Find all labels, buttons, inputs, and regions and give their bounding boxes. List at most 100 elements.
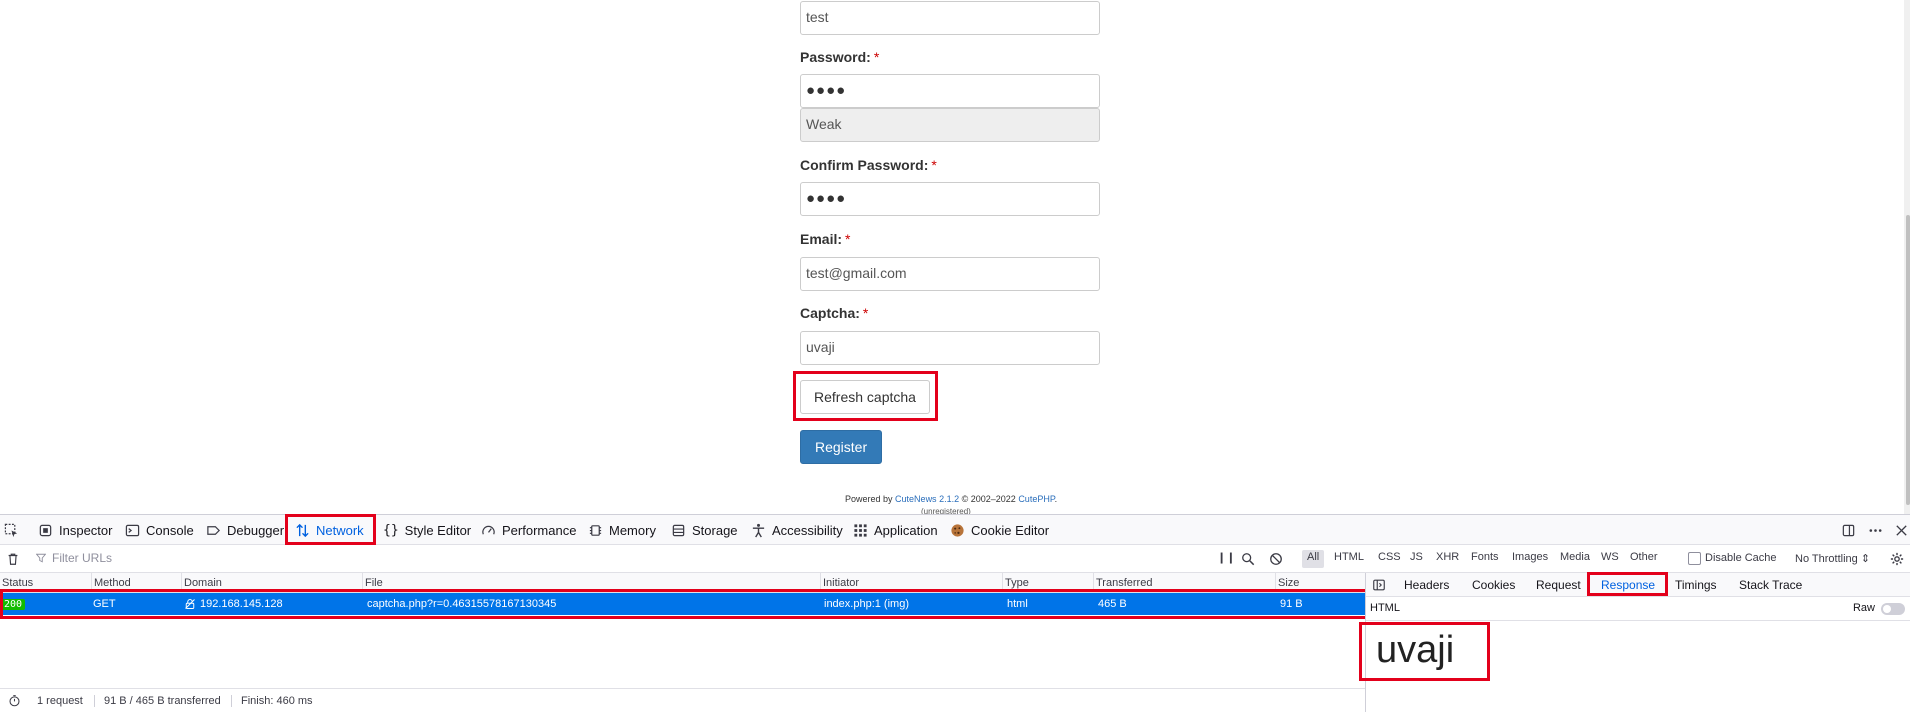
- type-filter-ws[interactable]: WS: [1596, 550, 1624, 568]
- tab-cookie-editor[interactable]: Cookie Editor: [950, 515, 1049, 545]
- required-mark: *: [931, 157, 937, 173]
- column-size[interactable]: Size: [1275, 573, 1365, 593]
- tab-timings[interactable]: Timings: [1675, 573, 1717, 597]
- tab-style-editor[interactable]: {} Style Editor: [383, 515, 471, 545]
- transferred-summary: 91 B / 465 B transferred: [104, 695, 221, 707]
- pause-icon[interactable]: ❙❙: [1217, 551, 1235, 565]
- close-devtools-button[interactable]: [1894, 515, 1909, 545]
- captcha-value: uvaji: [806, 339, 835, 355]
- status-separator: [231, 695, 232, 707]
- tab-headers[interactable]: Headers: [1404, 573, 1449, 597]
- scrollbar-thumb[interactable]: [1906, 215, 1910, 505]
- column-status[interactable]: Status: [0, 573, 91, 593]
- insecure-lock-icon: [185, 599, 195, 609]
- page-scrollbar[interactable]: [1904, 0, 1910, 514]
- gear-icon[interactable]: [1890, 552, 1904, 566]
- finish-time: Finish: 460 ms: [241, 695, 313, 707]
- username-field[interactable]: test: [800, 1, 1100, 35]
- tab-console[interactable]: Console: [125, 515, 194, 545]
- close-icon: [1896, 524, 1907, 536]
- tab-storage[interactable]: Storage: [671, 515, 738, 545]
- confirm-password-field[interactable]: ●●●●: [800, 182, 1100, 216]
- status-separator: [94, 695, 95, 707]
- type-filter-css[interactable]: CSS: [1373, 550, 1406, 568]
- column-transferred[interactable]: Transferred: [1093, 573, 1275, 593]
- cutephp-link[interactable]: CutePHP: [1018, 494, 1054, 504]
- register-button[interactable]: Register: [800, 430, 883, 464]
- tab-stack-trace[interactable]: Stack Trace: [1739, 573, 1802, 597]
- email-value: test@gmail.com: [806, 265, 907, 281]
- email-field[interactable]: test@gmail.com: [800, 257, 1100, 291]
- tab-inspector[interactable]: Inspector: [38, 515, 112, 545]
- accessibility-icon: [752, 523, 765, 537]
- devtools-panel: Inspector Console Debugger Network {} St…: [0, 514, 1910, 712]
- throttling-select[interactable]: No Throttling ⇕: [1795, 552, 1870, 565]
- column-type[interactable]: Type: [1002, 573, 1093, 593]
- refresh-captcha-button[interactable]: Refresh captcha: [800, 380, 930, 414]
- email-label: Email: *: [800, 231, 851, 247]
- row-file: captcha.php?r=0.46315578167130345: [367, 598, 557, 610]
- type-filter-fonts[interactable]: Fonts: [1466, 550, 1504, 568]
- password-value: ●●●●: [806, 82, 847, 99]
- request-table-header: Status Method Domain File Initiator Type…: [0, 573, 1365, 593]
- type-filter-other[interactable]: Other: [1625, 550, 1663, 568]
- confirm-password-value: ●●●●: [806, 190, 847, 207]
- tab-response[interactable]: Response: [1601, 573, 1655, 597]
- disable-cache-checkbox[interactable]: [1688, 552, 1701, 565]
- cutenews-link[interactable]: CuteNews 2.1.2: [895, 494, 959, 504]
- strength-text: Weak: [806, 116, 842, 132]
- dock-side-button[interactable]: [1841, 515, 1856, 545]
- tab-cookies[interactable]: Cookies: [1472, 573, 1515, 597]
- type-filter-all[interactable]: All: [1302, 550, 1325, 568]
- tab-application[interactable]: Application: [853, 515, 938, 545]
- raw-toggle[interactable]: [1881, 603, 1905, 615]
- storage-icon: [672, 524, 685, 536]
- type-filter-xhr[interactable]: XHR: [1431, 550, 1464, 568]
- column-method[interactable]: Method: [91, 573, 181, 593]
- filter-urls-input[interactable]: Filter URLs: [36, 551, 112, 565]
- filter-placeholder: Filter URLs: [52, 551, 113, 565]
- picker-icon: [4, 523, 18, 537]
- search-icon[interactable]: [1241, 552, 1255, 566]
- row-domain: 192.168.145.128: [184, 593, 283, 615]
- web-page: test Password: * ●●●● Weak Confirm Passwo…: [0, 0, 1910, 516]
- row-initiator[interactable]: index.php:1 (img): [824, 593, 909, 615]
- type-filter-images[interactable]: Images: [1507, 550, 1553, 568]
- type-filter-js[interactable]: JS: [1405, 550, 1428, 568]
- column-domain[interactable]: Domain: [181, 573, 362, 593]
- row-transferred: 465 B: [1098, 598, 1127, 610]
- password-field[interactable]: ●●●●: [800, 74, 1100, 108]
- gauge-icon: [482, 525, 495, 534]
- captcha-field[interactable]: uvaji: [800, 331, 1100, 365]
- required-mark: *: [845, 231, 851, 247]
- confirm-password-label: Confirm Password: *: [800, 157, 937, 173]
- cookie-icon: [951, 523, 964, 537]
- tab-debugger[interactable]: Debugger: [206, 515, 284, 545]
- block-icon[interactable]: [1269, 552, 1283, 566]
- details-tabbar: Headers Cookies Request Response Timings…: [1366, 573, 1910, 597]
- row-type: html: [1007, 598, 1028, 610]
- powered-by-footer: Powered by CuteNews 2.1.2 © 2002–2022 Cu…: [845, 494, 1058, 504]
- column-file[interactable]: File: [362, 573, 820, 593]
- column-initiator[interactable]: Initiator: [820, 573, 1002, 593]
- tab-memory[interactable]: Memory: [588, 515, 656, 545]
- table-row[interactable]: 200 GET 192.168.145.128 captcha.php?r=0.…: [0, 593, 1365, 615]
- ellipsis-icon: [1869, 528, 1882, 532]
- element-picker-button[interactable]: [4, 515, 19, 545]
- more-options-button[interactable]: [1868, 515, 1883, 545]
- tab-request[interactable]: Request: [1536, 573, 1581, 597]
- toggle-panel-icon[interactable]: [1372, 578, 1386, 592]
- debugger-icon: [207, 525, 220, 535]
- tab-network[interactable]: Network: [295, 515, 364, 545]
- response-format-label: HTML: [1370, 602, 1400, 614]
- type-filter-media[interactable]: Media: [1555, 550, 1595, 568]
- row-method: GET: [93, 598, 116, 610]
- tab-accessibility[interactable]: Accessibility: [751, 515, 843, 545]
- type-filter-html[interactable]: HTML: [1329, 550, 1369, 568]
- inspector-icon: [39, 524, 52, 536]
- tab-performance[interactable]: Performance: [481, 515, 576, 545]
- required-mark: *: [862, 305, 869, 321]
- network-status-bar: 1 request 91 B / 465 B transferred Finis…: [0, 688, 1365, 712]
- trash-icon[interactable]: [6, 552, 20, 566]
- row-status: 200: [1, 593, 26, 615]
